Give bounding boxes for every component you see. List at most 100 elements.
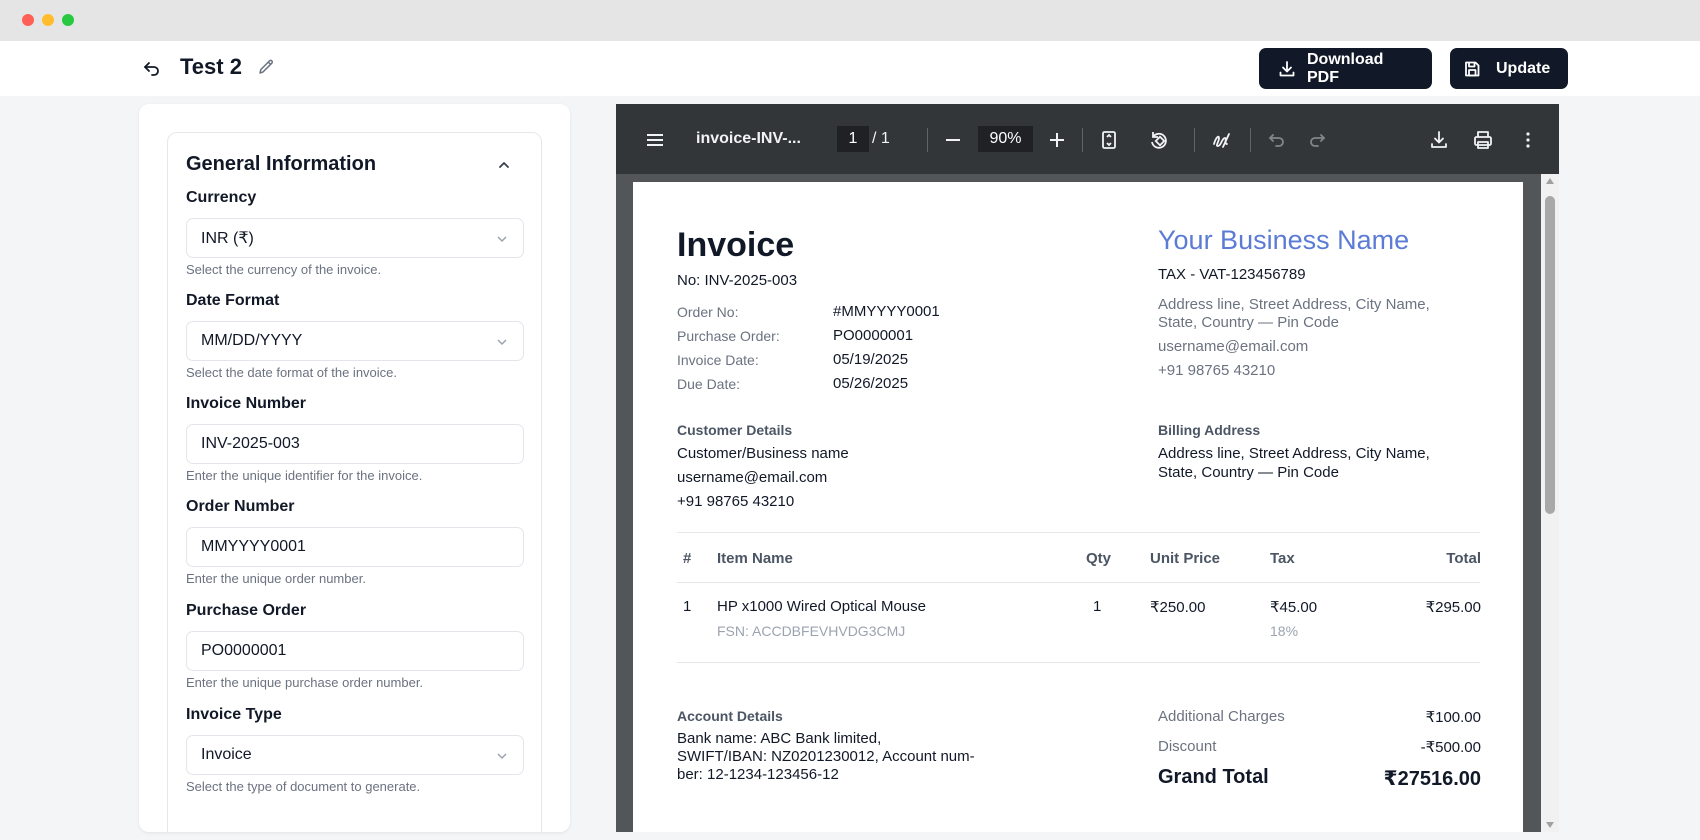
additional-charges-label: Additional Charges [1158, 708, 1285, 725]
customer-details-heading: Customer Details [677, 422, 793, 438]
row-qty: 1 [1093, 598, 1102, 615]
column-header-qty: Qty [1086, 550, 1112, 567]
field-help: Enter the unique purchase order number. [186, 675, 424, 690]
field-label: Invoice Type [186, 706, 282, 723]
field-value: Invoice [201, 746, 252, 763]
invoice-title: Invoice [677, 226, 795, 264]
customer-name: Customer/Business name [677, 445, 849, 462]
row-tax-rate: 18% [1270, 623, 1299, 639]
business-address-line: State, Country — Pin Code [1158, 314, 1339, 331]
purchase-order-input[interactable]: PO0000001 [186, 631, 524, 671]
meta-value: 05/26/2025 [833, 375, 909, 392]
minimize-window-button[interactable] [42, 14, 54, 26]
redo-icon[interactable] [1306, 129, 1328, 151]
date-format-select[interactable]: MM/DD/YYYY [186, 321, 524, 361]
meta-value: PO0000001 [833, 327, 914, 344]
save-icon [1465, 61, 1480, 76]
business-address-line: Address line, Street Address, City Name, [1158, 296, 1430, 313]
account-details-line: ber: 12-1234-123456-12 [677, 766, 839, 783]
update-label: Update [1496, 59, 1551, 77]
field-label: Purchase Order [186, 602, 307, 619]
toolbar-divider [1082, 128, 1083, 152]
toolbar-divider [927, 128, 928, 152]
pdf-document-area[interactable]: Invoice No: INV-2025-003 Order No: #MMYY… [616, 174, 1559, 832]
billing-address-heading: Billing Address [1158, 422, 1261, 438]
undo-back-icon[interactable] [142, 58, 162, 78]
meta-label: Invoice Date: [677, 352, 759, 368]
meta-label: Purchase Order: [677, 328, 780, 344]
chevron-down-icon [497, 236, 507, 243]
download-icon [1279, 60, 1295, 76]
undo-icon[interactable] [1266, 129, 1288, 151]
column-header-unit-price: Unit Price [1150, 550, 1221, 567]
discount-value: -₹500.00 [1420, 739, 1481, 756]
pdf-page: Invoice No: INV-2025-003 Order No: #MMYY… [633, 182, 1523, 832]
print-icon[interactable] [1472, 129, 1494, 151]
business-tax-id: TAX - VAT-123456789 [1158, 266, 1306, 283]
page-total: / 1 [872, 130, 890, 147]
close-window-button[interactable] [22, 14, 34, 26]
page-header: Test 2 Download PDF Update [0, 41, 1700, 96]
menu-icon[interactable] [644, 129, 666, 151]
field-help: Select the date format of the invoice. [186, 365, 398, 380]
field-help: Enter the unique order number. [186, 571, 366, 586]
grand-total-label: Grand Total [1158, 766, 1269, 788]
currency-field: Currency INR (₹) Select the currency of … [186, 189, 524, 277]
business-name: Your Business Name [1158, 225, 1410, 255]
zoom-out-icon[interactable] [942, 129, 964, 151]
invoice-type-select[interactable]: Invoice [186, 735, 524, 775]
row-number: 1 [683, 598, 692, 615]
invoice-number-input[interactable]: INV-2025-003 [186, 424, 524, 464]
invoice-type-field: Invoice Type Invoice Select the type of … [186, 706, 524, 794]
invoice-number: No: INV-2025-003 [677, 272, 798, 289]
field-help: Select the currency of the invoice. [186, 262, 382, 277]
row-item-fsn: FSN: ACCDBFEVHVDG3CMJ [717, 623, 906, 639]
divider [677, 662, 1480, 663]
column-header-total: Total [1446, 550, 1481, 567]
more-options-icon[interactable] [1517, 129, 1539, 151]
field-label: Invoice Number [186, 395, 307, 412]
zoom-in-icon[interactable] [1046, 129, 1068, 151]
field-help: Select the type of document to generate. [186, 779, 421, 794]
download-icon[interactable] [1428, 129, 1450, 151]
divider [677, 532, 1480, 533]
zoom-level-input[interactable]: 90% [978, 126, 1033, 152]
scroll-up-arrow-icon[interactable] [1546, 178, 1554, 184]
field-help: Enter the unique identifier for the invo… [186, 468, 423, 483]
scroll-down-arrow-icon[interactable] [1546, 822, 1554, 828]
download-pdf-button[interactable]: Download PDF [1259, 48, 1432, 89]
field-label: Date Format [186, 292, 280, 309]
pdf-viewer: invoice-INV-... 1 / 1 90% Invoice No: IN… [616, 104, 1559, 832]
meta-value: #MMYYYY0001 [833, 303, 940, 320]
pencil-icon[interactable] [256, 57, 276, 77]
business-phone: +91 98765 43210 [1158, 362, 1276, 379]
field-value: INR (₹) [201, 230, 254, 247]
currency-select[interactable]: INR (₹) [186, 218, 524, 258]
chevron-up-icon[interactable] [496, 157, 512, 173]
customer-phone: +91 98765 43210 [677, 493, 795, 510]
draw-icon[interactable] [1210, 129, 1232, 151]
page-title: Test 2 [180, 54, 242, 79]
fit-page-icon[interactable] [1098, 129, 1120, 151]
pdf-scrollbar[interactable] [1541, 174, 1559, 832]
business-email: username@email.com [1158, 338, 1309, 355]
account-details-line: SWIFT/IBAN: NZ0201230012, Account num- [677, 748, 975, 765]
additional-charges-value: ₹100.00 [1425, 709, 1481, 726]
field-label: Order Number [186, 498, 295, 515]
scrollbar-thumb[interactable] [1545, 196, 1555, 514]
order-number-input[interactable]: MMYYYY0001 [186, 527, 524, 567]
meta-value: 05/19/2025 [833, 351, 909, 368]
chevron-down-icon [497, 339, 507, 346]
rotate-icon[interactable] [1148, 129, 1170, 151]
field-value: PO0000001 [201, 642, 287, 659]
general-information-card: General Information Currency INR (₹) Sel… [167, 132, 542, 832]
order-number-field: Order Number MMYYYY0001 Enter the unique… [186, 498, 524, 586]
update-button[interactable]: Update [1450, 48, 1568, 89]
account-details-line: Bank name: ABC Bank limited, [677, 730, 882, 747]
page-number-input[interactable]: 1 [837, 126, 869, 152]
pdf-toolbar: invoice-INV-... 1 / 1 90% [616, 104, 1559, 174]
row-total: ₹295.00 [1425, 599, 1481, 616]
maximize-window-button[interactable] [62, 14, 74, 26]
billing-address-line: State, Country — Pin Code [1158, 464, 1339, 481]
purchase-order-field: Purchase Order PO0000001 Enter the uniqu… [186, 602, 524, 690]
